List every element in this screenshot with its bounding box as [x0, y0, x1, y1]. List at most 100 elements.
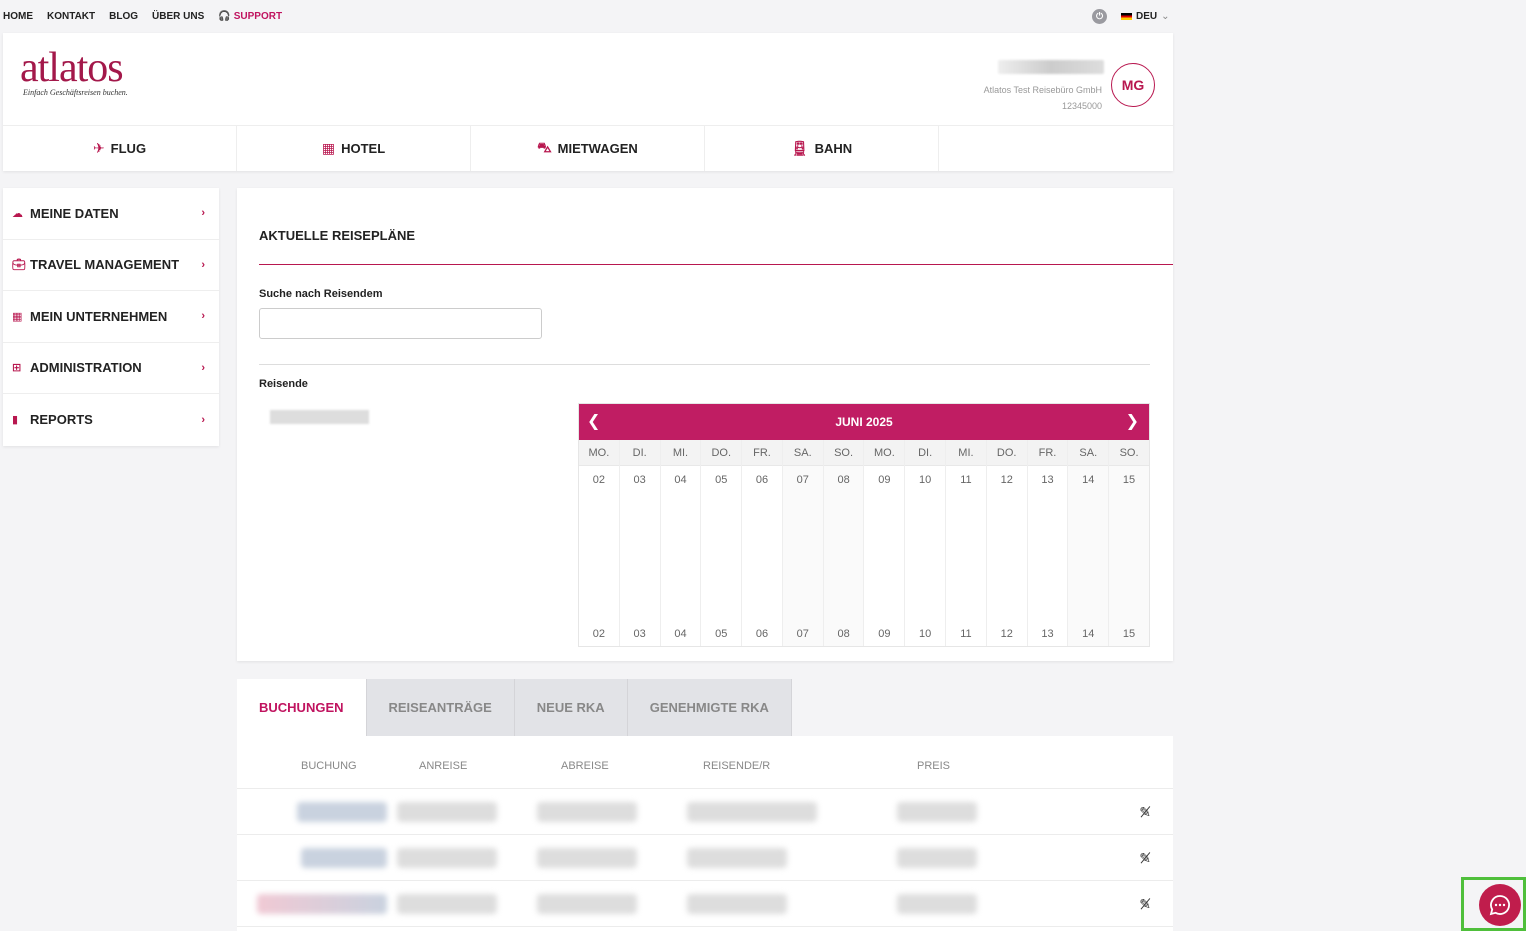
redacted-cell [397, 802, 497, 822]
chevron-down-icon: ⌄ [1161, 11, 1170, 22]
link-support[interactable]: 🎧 SUPPORT [218, 11, 282, 22]
calendar-date-top[interactable]: 08 [824, 474, 864, 486]
table-row[interactable]: ✎̸ [237, 789, 1173, 835]
sidebar-item-reports[interactable]: ▮ REPORTS › [3, 394, 219, 446]
calendar-date-bottom[interactable]: 03 [620, 628, 660, 640]
calendar-day-column: MO. 02 02 [579, 440, 620, 646]
link-ueber-uns[interactable]: ÜBER UNS [152, 11, 204, 22]
calendar-date-bottom[interactable]: 11 [946, 628, 986, 640]
calendar-date-top[interactable]: 13 [1028, 474, 1068, 486]
no-edit-icon[interactable]: ✎̸ [1139, 850, 1151, 867]
calendar-date-bottom[interactable]: 05 [701, 628, 741, 640]
calendar-weekday: SA. [1068, 440, 1109, 466]
nav-hotel[interactable]: ▦ HOTEL [237, 126, 471, 171]
calendar-weekday: FR. [742, 440, 782, 466]
nav-bahn[interactable]: 🚆︎ BAHN [705, 126, 939, 171]
col-reisende[interactable]: REISENDE/R [703, 760, 770, 772]
power-icon[interactable]: ⏻ [1092, 9, 1107, 24]
language-select[interactable]: DEU ⌄ [1121, 11, 1170, 22]
calendar-date-top[interactable]: 12 [987, 474, 1027, 486]
sidebar-item-label: MEINE DATEN [30, 205, 119, 221]
calendar-date-top[interactable]: 10 [905, 474, 945, 486]
cloud-icon: ☁ [12, 207, 23, 220]
chevron-right-icon: › [201, 207, 205, 220]
no-edit-icon[interactable]: ✎̸ [1139, 896, 1151, 913]
logo[interactable]: atlatos Einfach Geschäftsreisen buchen. [20, 47, 128, 97]
traveler-name-redacted [270, 410, 369, 424]
chevron-right-icon: › [201, 310, 205, 323]
no-edit-icon[interactable]: ✎̸ [1139, 804, 1151, 821]
col-abreise[interactable]: ABREISE [561, 760, 609, 772]
calendar-date-top[interactable]: 07 [783, 474, 823, 486]
chat-bubble-icon [1489, 895, 1510, 916]
agency-name: Atlatos Test Reisebüro GmbH [983, 85, 1102, 95]
link-kontakt[interactable]: KONTAKT [47, 11, 95, 22]
redacted-cell [297, 802, 387, 822]
calendar-date-bottom[interactable]: 02 [579, 628, 619, 640]
german-flag-icon [1121, 13, 1132, 20]
calendar-date-top[interactable]: 06 [742, 474, 782, 486]
redacted-cell [897, 802, 977, 822]
nav-mietwagen[interactable]: ⛍ MIETWAGEN [471, 126, 705, 171]
calendar-date-bottom[interactable]: 06 [742, 628, 782, 640]
calendar-date-top[interactable]: 14 [1068, 474, 1108, 486]
calendar-date-top[interactable]: 09 [864, 474, 904, 486]
calendar-date-top[interactable]: 11 [946, 474, 986, 486]
calendar-weekday: DI. [905, 440, 946, 466]
calendar-date-top[interactable]: 15 [1109, 474, 1149, 486]
calendar-date-top[interactable]: 04 [661, 474, 701, 486]
calendar-date-bottom[interactable]: 15 [1109, 628, 1149, 640]
chevron-right-icon[interactable]: ❯ [1126, 411, 1139, 431]
nav-flug[interactable]: ✈ FLUG [3, 126, 237, 171]
calendar-date-bottom[interactable]: 14 [1068, 628, 1108, 640]
building-icon: ▦ [12, 310, 23, 323]
header: atlatos Einfach Geschäftsreisen buchen. … [3, 33, 1173, 171]
car-icon: ⛍ [537, 139, 552, 155]
calendar-date-bottom[interactable]: 08 [824, 628, 864, 640]
tab-genehmigte-rka[interactable]: GENEHMIGTE RKA [627, 679, 792, 736]
calendar-date-bottom[interactable]: 07 [783, 628, 823, 640]
link-blog[interactable]: BLOG [109, 11, 138, 22]
tab-neue-rka[interactable]: NEUE RKA [514, 679, 628, 736]
link-home[interactable]: HOME [3, 11, 33, 22]
travelers-label: Reisende [259, 378, 308, 390]
calendar-date-bottom[interactable]: 12 [987, 628, 1027, 640]
table-row[interactable]: ✎̸ [237, 835, 1173, 881]
sidebar-item-administration[interactable]: ⊞ ADMINISTRATION › [3, 343, 219, 394]
redacted-cell [257, 894, 387, 914]
traveler-search-input[interactable] [259, 308, 542, 339]
calendar-date-bottom[interactable]: 09 [864, 628, 904, 640]
calendar-date-bottom[interactable]: 13 [1028, 628, 1068, 640]
avatar[interactable]: MG [1111, 63, 1155, 107]
redacted-cell [397, 894, 497, 914]
col-anreise[interactable]: ANREISE [419, 760, 467, 772]
calendar-day-column: FR. 13 13 [1027, 440, 1069, 646]
support-label: SUPPORT [233, 11, 283, 22]
sidebar-item-mein-unternehmen[interactable]: ▦ MEIN UNTERNEHMEN › [3, 291, 219, 343]
calendar-date-top[interactable]: 02 [579, 474, 619, 486]
nav-mietwagen-label: MIETWAGEN [557, 141, 638, 156]
calendar-date-bottom[interactable]: 10 [905, 628, 945, 640]
col-buchung[interactable]: BUCHUNG [301, 760, 357, 772]
tab-buchungen[interactable]: BUCHUNGEN [237, 679, 367, 736]
nav-bahn-label: BAHN [814, 141, 853, 156]
col-preis[interactable]: PREIS [917, 760, 950, 772]
chevron-right-icon: › [201, 361, 205, 374]
sidebar-item-travel-management[interactable]: 💼︎ TRAVEL MANAGEMENT › [3, 240, 219, 291]
chat-button[interactable] [1479, 884, 1521, 926]
calendar-date-bottom[interactable]: 04 [661, 628, 701, 640]
table-header: BUCHUNG ANREISE ABREISE REISENDE/R PREIS [237, 736, 1173, 789]
calendar-date-top[interactable]: 05 [701, 474, 741, 486]
calendar-weekday: SA. [782, 440, 823, 466]
table-row[interactable]: ✎̸ [237, 881, 1173, 927]
redacted-cell [897, 894, 977, 914]
calendar-day-column: MO. 09 09 [864, 440, 906, 646]
plane-icon: ✈ [92, 140, 105, 156]
chevron-left-icon[interactable]: ❮ [587, 411, 600, 431]
section-divider [259, 364, 1150, 365]
redacted-cell [537, 894, 637, 914]
nav-hotel-label: HOTEL [341, 141, 386, 156]
tab-reiseantraege[interactable]: REISEANTRÄGE [366, 679, 515, 736]
sidebar-item-meine-daten[interactable]: ☁ MEINE DATEN › [3, 188, 219, 240]
calendar-date-top[interactable]: 03 [620, 474, 660, 486]
